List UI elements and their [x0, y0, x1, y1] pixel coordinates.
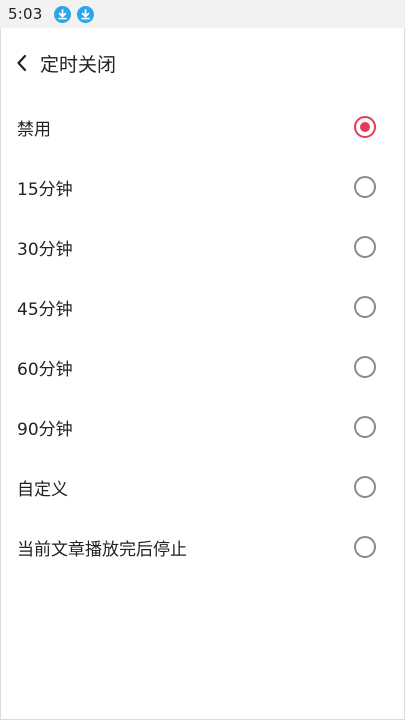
- option-label: 90分钟: [17, 419, 73, 440]
- radio-button[interactable]: [354, 416, 376, 438]
- option-label: 15分钟: [17, 179, 73, 200]
- option-label: 当前文章播放完后停止: [17, 539, 187, 560]
- option-30min[interactable]: 30分钟: [0, 217, 405, 277]
- option-custom[interactable]: 自定义: [0, 457, 405, 517]
- option-45min[interactable]: 45分钟: [0, 277, 405, 337]
- option-label: 45分钟: [17, 299, 73, 320]
- status-bar: 5:03: [0, 0, 405, 28]
- radio-button[interactable]: [354, 536, 376, 558]
- radio-button[interactable]: [354, 356, 376, 378]
- option-label: 禁用: [17, 119, 51, 140]
- back-button[interactable]: [4, 38, 40, 88]
- radio-button[interactable]: [354, 476, 376, 498]
- option-90min[interactable]: 90分钟: [0, 397, 405, 457]
- download-icon: [54, 5, 72, 23]
- option-label: 60分钟: [17, 359, 73, 380]
- option-stop-after-article[interactable]: 当前文章播放完后停止: [0, 517, 405, 577]
- radio-button[interactable]: [354, 296, 376, 318]
- page-title: 定时关闭: [40, 53, 117, 76]
- header: 定时关闭: [0, 38, 405, 88]
- radio-button[interactable]: [354, 236, 376, 258]
- timer-option-list: 禁用 15分钟 30分钟 45分钟 60分钟 90分钟 自定义 当前文章播放完后…: [0, 97, 405, 577]
- option-label: 自定义: [17, 479, 68, 500]
- option-60min[interactable]: 60分钟: [0, 337, 405, 397]
- option-disabled[interactable]: 禁用: [0, 97, 405, 157]
- status-time: 5:03: [8, 5, 43, 23]
- radio-button[interactable]: [354, 116, 376, 138]
- chevron-left-icon: [17, 54, 27, 72]
- download-icon: [77, 5, 95, 23]
- radio-button[interactable]: [354, 176, 376, 198]
- option-15min[interactable]: 15分钟: [0, 157, 405, 217]
- option-label: 30分钟: [17, 239, 73, 260]
